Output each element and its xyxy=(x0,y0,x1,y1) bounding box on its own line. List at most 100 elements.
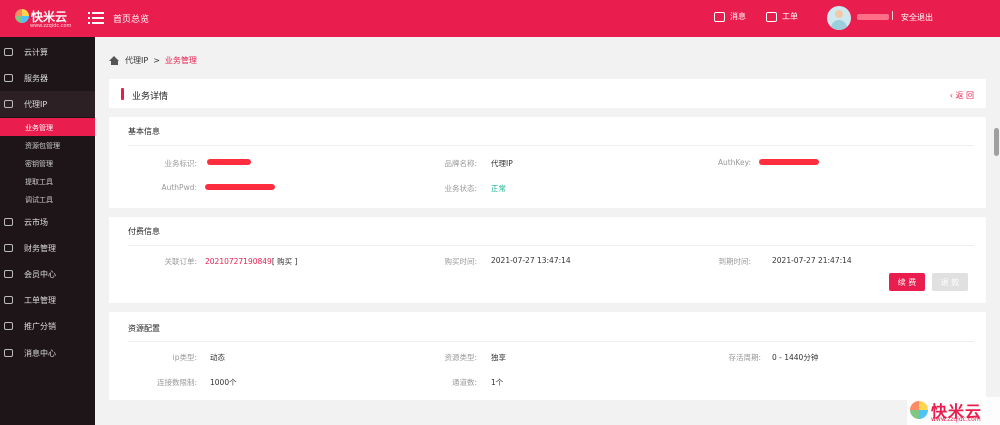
sidebar-item-proxy-ip[interactable]: 代理IP xyxy=(0,91,95,117)
authkey-redacted xyxy=(759,159,819,165)
business-status-value: 正常 xyxy=(491,184,506,193)
expire-time-value: 2021-07-27 21:47:14 xyxy=(772,256,852,265)
sidebar-sub-extract[interactable]: 提取工具 xyxy=(0,172,95,190)
business-id-label: 业务标识: xyxy=(164,159,197,168)
sidebar-item-cloud[interactable]: 云计算 xyxy=(0,39,95,65)
resource-config-card: 资源配置 ip类型: 动态 资源类型: 独享 存活周期: 0 - 1440分钟 … xyxy=(109,312,986,400)
section-divider xyxy=(128,145,974,146)
logo-subtext: www.zzqidc.com xyxy=(30,23,72,29)
channel-count-value: 1个 xyxy=(491,378,504,387)
sidebar-item-label: 财务管理 xyxy=(24,244,56,253)
brand-logo[interactable]: 快米云 www.zzqidc.com xyxy=(15,7,75,31)
sidebar-sub-label: 资源包管理 xyxy=(25,142,60,150)
order-link[interactable]: 20210727190849[ 购买 ] xyxy=(205,256,297,267)
title-accent-bar xyxy=(121,88,124,100)
authpwd-redacted xyxy=(205,184,275,190)
business-id-redacted xyxy=(207,159,251,165)
section-divider xyxy=(128,341,974,342)
monitor-icon xyxy=(4,100,13,108)
sidebar-item-message[interactable]: 消息中心 xyxy=(0,340,95,366)
main-content: 代理IP > 业务管理 业务详情 ‹ 返 回 基本信息 业务标识: 品牌名称: … xyxy=(95,37,1000,425)
home-icon[interactable] xyxy=(109,56,120,65)
watermark-subtext: www.zzqidc.com xyxy=(931,416,981,423)
buy-time-label: 购买时间: xyxy=(444,257,477,266)
ip-type-label: ip类型: xyxy=(172,353,197,362)
authpwd-label: AuthPwd: xyxy=(161,183,197,192)
survival-period-label: 存活周期: xyxy=(728,353,761,362)
buy-time-value: 2021-07-27 13:47:14 xyxy=(491,256,571,265)
avatar-body xyxy=(831,20,847,30)
sidebar-item-server[interactable]: 服务器 xyxy=(0,65,95,91)
section-title: 付费信息 xyxy=(128,227,160,236)
breadcrumb-current: 业务管理 xyxy=(164,56,197,65)
channel-count-label: 通道数: xyxy=(451,378,477,387)
clipboard-icon xyxy=(766,11,777,22)
breadcrumb-separator: > xyxy=(153,56,160,65)
menu-toggle-icon[interactable] xyxy=(88,11,104,25)
page-title-card: 业务详情 ‹ 返 回 xyxy=(109,79,986,108)
sidebar-item-label: 推广分销 xyxy=(24,322,56,331)
authkey-label: AuthKey: xyxy=(717,158,751,167)
sidebar-sub-debug[interactable]: 调试工具 xyxy=(0,190,95,208)
watermark-logo-icon xyxy=(910,401,928,419)
messages-button[interactable]: 消息 xyxy=(714,11,746,22)
renew-button[interactable]: 续 费 xyxy=(889,273,925,291)
workorder-label: 工单 xyxy=(782,12,798,21)
sidebar-item-label: 工单管理 xyxy=(24,296,56,305)
expire-time-label: 到期时间: xyxy=(718,257,751,266)
billing-info-card: 付费信息 关联订单: 20210727190849[ 购买 ] 购买时间: 20… xyxy=(109,217,986,303)
sidebar-sub-business[interactable]: 业务管理 xyxy=(0,118,95,136)
breadcrumb: 代理IP > 业务管理 xyxy=(109,55,197,66)
sidebar-sub-label: 提取工具 xyxy=(25,178,53,186)
sidebar-sub-label: 密钥管理 xyxy=(25,160,53,168)
message-icon xyxy=(4,349,13,357)
sidebar-item-share[interactable]: 推广分销 xyxy=(0,313,95,339)
messages-label: 消息 xyxy=(730,12,746,21)
user-icon xyxy=(4,270,13,278)
sidebar-item-member[interactable]: 会员中心 xyxy=(0,261,95,287)
market-icon xyxy=(4,218,13,226)
topbar-separator: | xyxy=(891,11,895,21)
section-title: 基本信息 xyxy=(128,127,160,136)
resource-type-value: 独享 xyxy=(491,353,506,362)
watermark: 快米云 www.zzqidc.com xyxy=(907,397,1000,425)
ip-type-value: 动态 xyxy=(210,353,225,362)
refund-button[interactable]: 退 款 xyxy=(932,273,968,291)
share-icon xyxy=(4,322,13,330)
sidebar-sub-key[interactable]: 密钥管理 xyxy=(0,154,95,172)
back-label: 返 回 xyxy=(955,91,974,100)
page-title: 业务详情 xyxy=(132,92,169,102)
section-title: 资源配置 xyxy=(128,324,160,333)
scrollbar-thumb[interactable] xyxy=(994,128,999,156)
section-divider xyxy=(128,245,974,246)
workorder-button[interactable]: 工单 xyxy=(766,11,798,22)
sidebar-item-label: 服务器 xyxy=(24,74,48,83)
server-icon xyxy=(4,74,13,82)
back-button[interactable]: ‹ 返 回 xyxy=(950,90,974,101)
avatar[interactable] xyxy=(827,6,851,30)
sidebar-item-label: 云计算 xyxy=(24,48,48,57)
logout-link[interactable]: 安全退出 xyxy=(901,12,933,23)
order-tag: [ 购买 ] xyxy=(271,257,298,266)
sidebar-item-finance[interactable]: 财务管理 xyxy=(0,235,95,261)
username-redacted[interactable] xyxy=(857,14,889,20)
sidebar-sub-package[interactable]: 资源包管理 xyxy=(0,136,95,154)
sidebar-item-ticket[interactable]: 工单管理 xyxy=(0,287,95,313)
sidebar-item-market[interactable]: 云市场 xyxy=(0,209,95,235)
breadcrumb-parent[interactable]: 代理IP xyxy=(125,55,148,66)
top-bar: 快米云 www.zzqidc.com 首页总览 消息 工单 | 安全退出 xyxy=(0,0,1000,37)
sidebar-item-label: 云市场 xyxy=(24,218,48,227)
home-overview-link[interactable]: 首页总览 xyxy=(113,12,149,25)
sidebar-item-label: 会员中心 xyxy=(24,270,56,279)
sidebar-item-label: 消息中心 xyxy=(24,349,56,358)
message-icon xyxy=(714,11,725,22)
sidebar-item-label: 代理IP xyxy=(24,100,48,109)
ticket-icon xyxy=(4,296,13,304)
finance-icon xyxy=(4,244,13,252)
brand-name-value: 代理IP xyxy=(491,159,513,168)
order-label: 关联订单: xyxy=(164,257,197,266)
order-number: 20210727190849 xyxy=(205,257,272,266)
business-status-label: 业务状态: xyxy=(444,184,477,193)
sidebar-sub-label: 调试工具 xyxy=(25,196,53,204)
cloud-icon xyxy=(4,48,13,56)
